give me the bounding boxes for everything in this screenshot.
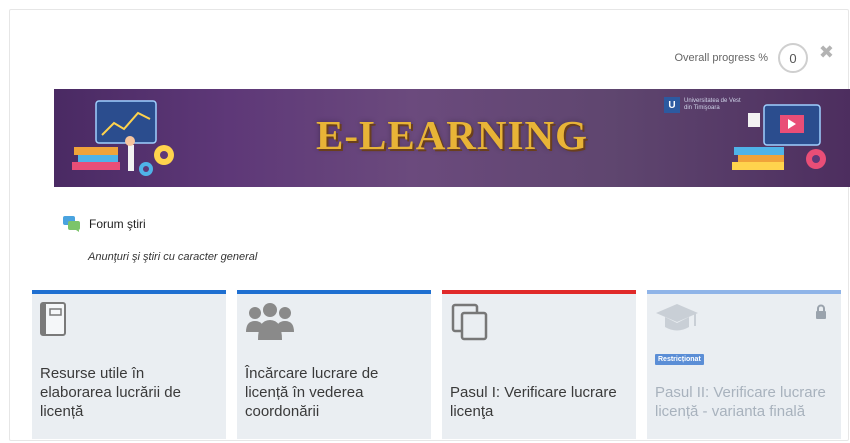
section-card-step-2[interactable]: Restricționat Pasul II: Verificare lucra… xyxy=(647,290,841,439)
forum-icon xyxy=(63,216,80,232)
section-card-resources[interactable]: Resurse utile în elaborarea lucrării de … xyxy=(32,290,226,439)
lock-icon xyxy=(816,304,826,319)
restricted-badge: Restricționat xyxy=(655,354,704,365)
section-card-upload[interactable]: Încărcare lucrare de licență în vederea … xyxy=(237,290,431,439)
graduation-cap-icon xyxy=(656,304,698,331)
overall-progress: Overall progress % 0 xyxy=(674,43,808,73)
users-icon xyxy=(246,303,294,340)
progress-label: Overall progress % xyxy=(674,52,768,64)
university-line-2: din Timişoara xyxy=(684,105,720,111)
close-icon[interactable]: ✖ xyxy=(819,42,834,63)
section-card-step-1[interactable]: Pasul I: Verificare lucrare licenţa xyxy=(442,290,636,439)
uvt-emblem-icon: U xyxy=(664,97,680,113)
forum-description: Anunţuri şi ştiri cu caracter general xyxy=(88,251,258,263)
progress-value: 0 xyxy=(778,43,808,73)
card-label: Pasul II: Verificare lucrare licență - v… xyxy=(655,384,826,420)
forum-news[interactable]: Forum ştiri xyxy=(63,216,146,232)
copy-icon xyxy=(451,303,488,341)
card-label: Resurse utile în elaborarea lucrării de … xyxy=(40,365,181,420)
forum-news-link[interactable]: Forum ştiri xyxy=(89,217,146,231)
page-frame: Overall progress % 0 ✖ E-LEARNING U Univ… xyxy=(9,9,850,441)
card-label: Încărcare lucrare de licență în vederea … xyxy=(245,365,379,420)
book-icon xyxy=(40,302,66,336)
card-label: Pasul I: Verificare lucrare licenţa xyxy=(450,384,617,420)
course-banner: E-LEARNING U Universitatea de Vest din T… xyxy=(54,89,850,187)
banner-illustration-right xyxy=(732,104,826,170)
